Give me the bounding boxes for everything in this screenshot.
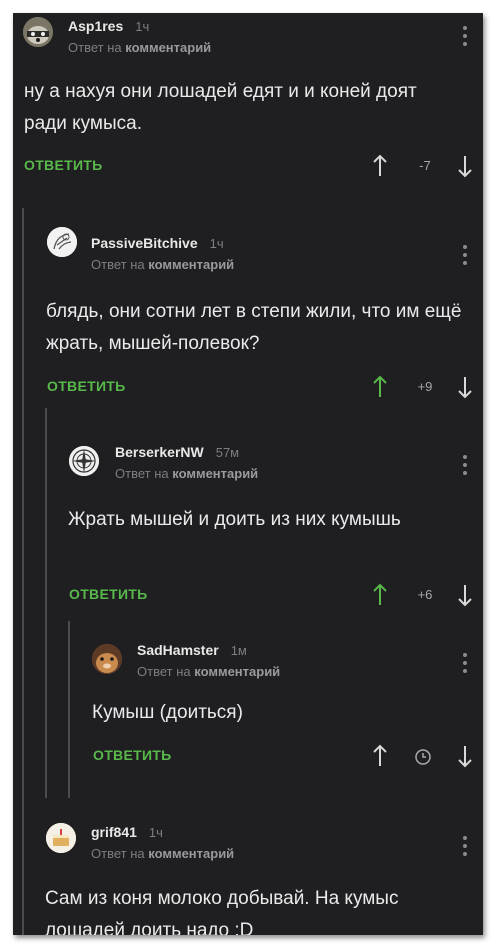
downvote-arrow-icon[interactable]	[457, 583, 473, 607]
comment-score: +9	[417, 379, 433, 394]
comment-time: 57м	[215, 445, 240, 460]
reply-to-link[interactable]: Ответ на комментарий	[91, 846, 234, 861]
comment-text: Сам из коня молоко добывай. На кумыс лош…	[45, 888, 399, 935]
more-options-icon[interactable]	[463, 836, 467, 856]
username-text[interactable]: Asp1res	[68, 18, 123, 34]
username[interactable]: PassiveBitchive 1ч	[91, 235, 224, 251]
avatar[interactable]	[92, 644, 122, 674]
more-options-icon[interactable]	[463, 653, 467, 673]
reply-to-prefix: Ответ на	[115, 466, 169, 481]
drawing-avatar-icon	[47, 227, 77, 257]
downvote-arrow-icon[interactable]	[457, 744, 473, 768]
reply-to-link[interactable]: Ответ на комментарий	[115, 466, 258, 481]
reply-to-target[interactable]: комментарий	[148, 846, 234, 861]
comment: SadHamster 1м Ответ на комментарий Кумыш …	[13, 625, 483, 800]
upvote-arrow-icon[interactable]	[372, 744, 388, 768]
comment-score: +6	[417, 587, 433, 602]
comment-text: Кумыш (доиться)	[92, 702, 243, 723]
comment: PassiveBitchive 1ч Ответ на комментарий б…	[13, 213, 483, 408]
avatar[interactable]	[46, 823, 76, 853]
raccoon-avatar-icon	[23, 17, 53, 47]
more-options-icon[interactable]	[463, 26, 467, 46]
comment: grif841 1ч Ответ на комментарий Сам из ко…	[13, 803, 483, 935]
upvote-arrow-icon[interactable]	[372, 583, 388, 607]
reply-button[interactable]: ОТВЕТИТЬ	[24, 157, 103, 173]
comment-time: 1ч	[135, 19, 150, 34]
avatar[interactable]	[47, 227, 77, 257]
upvote-arrow-icon[interactable]	[372, 154, 388, 178]
comment: BerserkerNW 57м Ответ на комментарий Жрат…	[13, 418, 483, 618]
comment-time: 1ч	[148, 825, 163, 840]
reply-to-target[interactable]: комментарий	[148, 257, 234, 272]
reply-to-link[interactable]: Ответ на комментарий	[137, 664, 280, 679]
upvote-arrow-icon[interactable]	[372, 375, 388, 399]
comment-time: 1м	[230, 643, 247, 658]
username[interactable]: Asp1res 1ч	[68, 18, 149, 34]
username[interactable]: BerserkerNW 57м	[115, 444, 239, 460]
comment-text: ну а нахуя они лошадей едят и и коней до…	[24, 81, 417, 134]
avatar[interactable]	[69, 446, 99, 476]
reply-button[interactable]: ОТВЕТИТЬ	[93, 747, 172, 763]
reply-button[interactable]: ОТВЕТИТЬ	[69, 586, 148, 602]
reply-to-target[interactable]: комментарий	[172, 466, 258, 481]
hamster-avatar-icon	[92, 644, 122, 674]
avatar[interactable]	[23, 17, 53, 47]
more-options-icon[interactable]	[463, 455, 467, 475]
username[interactable]: SadHamster 1м	[137, 642, 247, 658]
cake-avatar-icon	[46, 823, 76, 853]
comment: Asp1res 1ч Ответ на комментарий ну а наху…	[13, 13, 483, 203]
comment-time: 1ч	[209, 236, 224, 251]
comment-text: Жрать мышей и доить из них кумышь	[68, 509, 401, 530]
more-options-icon[interactable]	[463, 245, 467, 265]
reply-to-prefix: Ответ на	[68, 40, 122, 55]
username-text[interactable]: grif841	[91, 824, 137, 840]
username[interactable]: grif841 1ч	[91, 824, 163, 840]
comment-text: блядь, они сотни лет в степи жили, что и…	[46, 301, 462, 354]
reply-to-prefix: Ответ на	[91, 846, 145, 861]
downvote-arrow-icon[interactable]	[457, 154, 473, 178]
username-text[interactable]: PassiveBitchive	[91, 235, 198, 251]
reply-to-target[interactable]: комментарий	[194, 664, 280, 679]
username-text[interactable]: BerserkerNW	[115, 444, 204, 460]
clock-icon	[415, 749, 431, 765]
reply-to-link[interactable]: Ответ на комментарий	[68, 40, 211, 55]
comments-feed: Asp1res 1ч Ответ на комментарий ну а наху…	[13, 13, 483, 935]
reply-to-link[interactable]: Ответ на комментарий	[91, 257, 234, 272]
username-text[interactable]: SadHamster	[137, 642, 219, 658]
reply-to-prefix: Ответ на	[91, 257, 145, 272]
comment-score: -7	[419, 158, 431, 173]
reply-to-prefix: Ответ на	[137, 664, 191, 679]
downvote-arrow-icon[interactable]	[457, 375, 473, 399]
compass-avatar-icon	[69, 446, 99, 476]
reply-to-target[interactable]: комментарий	[125, 40, 211, 55]
reply-button[interactable]: ОТВЕТИТЬ	[47, 378, 126, 394]
